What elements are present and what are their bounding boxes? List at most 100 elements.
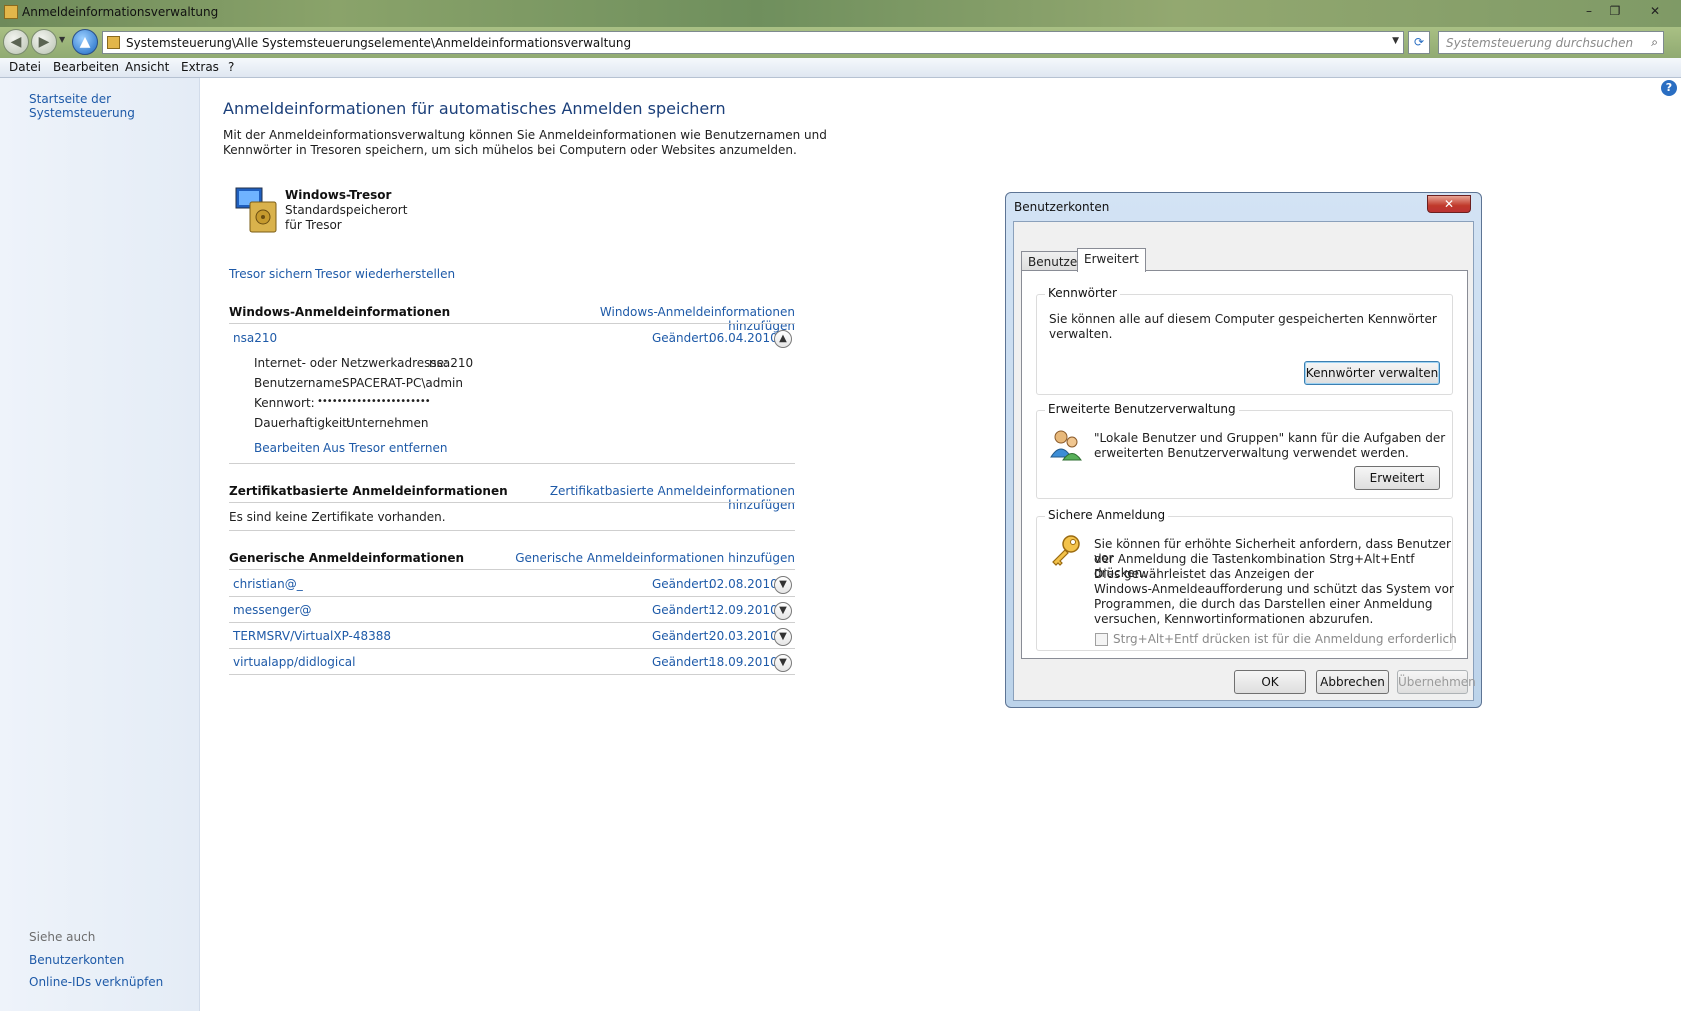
changed-label: Geändert: <box>652 655 713 669</box>
window-title: Anmeldeinformationsverwaltung <box>22 5 219 19</box>
intro-text-2: Kennwörter in Tresoren speichern, um sic… <box>223 143 797 157</box>
address-label: Internet- oder Netzwerkadresse: <box>254 356 449 370</box>
passwords-text-1: Sie können alle auf diesem Computer gesp… <box>1049 312 1437 326</box>
restore-vault-link[interactable]: Tresor wiederherstellen <box>315 267 455 281</box>
passwords-text-2: verwalten. <box>1049 327 1113 341</box>
chevron-down-icon: ▼ <box>779 657 787 668</box>
title-bar: Anmeldeinformationsverwaltung – ❐ ✕ <box>0 0 1681 27</box>
vault-subtitle-1: Standardspeicherort <box>285 203 408 217</box>
expand-button[interactable]: ▼ <box>774 576 792 594</box>
changed-label: Geändert: <box>652 331 713 345</box>
add-certificate-credential-link[interactable]: Zertifikatbasierte Anmeldeinformationen … <box>495 484 795 512</box>
minimize-button[interactable]: – <box>1577 2 1601 20</box>
secure-text-4: Windows-Anmeldeaufforderung und schützt … <box>1094 582 1454 596</box>
chevron-down-icon: ▼ <box>779 605 787 616</box>
generic-credential-name[interactable]: virtualapp/didlogical <box>233 655 355 669</box>
sidebar-home-link[interactable]: Startseite der Systemsteuerung <box>29 92 199 120</box>
refresh-icon: ⟳ <box>1413 35 1425 49</box>
changed-label: Geändert: <box>652 603 713 617</box>
restore-button[interactable]: ❐ <box>1603 2 1627 20</box>
address-bar: ◀ ▶ ▼ ▲ Systemsteuerung\Alle Systemsteue… <box>0 27 1681 58</box>
back-button[interactable]: ◀ <box>3 29 29 55</box>
remove-from-vault-link[interactable]: Aus Tresor entfernen <box>323 441 447 455</box>
dialog-close-button[interactable]: ✕ <box>1427 195 1471 213</box>
generic-credential-name[interactable]: christian@_ <box>233 577 303 591</box>
cancel-button[interactable]: Abbrechen <box>1316 670 1389 694</box>
dialog-title: Benutzerkonten <box>1014 200 1110 214</box>
history-dropdown-icon[interactable]: ▼ <box>59 35 65 44</box>
arrow-right-icon: ▶ <box>38 34 50 50</box>
chevron-down-icon[interactable]: ▼ <box>1392 36 1399 46</box>
search-icon[interactable]: ⌕ <box>1651 35 1658 50</box>
edit-credential-link[interactable]: Bearbeiten <box>254 441 320 455</box>
ok-button[interactable]: OK <box>1234 670 1306 694</box>
backup-vault-link[interactable]: Tresor sichern <box>229 267 312 281</box>
menu-ansicht[interactable]: Ansicht <box>125 60 169 74</box>
expand-button[interactable]: ▼ <box>774 602 792 620</box>
secure-logon-group-label: Sichere Anmeldung <box>1045 508 1169 522</box>
up-button[interactable]: ▲ <box>72 29 98 55</box>
require-ctrl-alt-del-checkbox[interactable] <box>1095 633 1108 646</box>
tab-erweitert[interactable]: Erweitert <box>1077 248 1146 272</box>
divider <box>229 622 795 623</box>
menu-datei[interactable]: Datei <box>9 60 41 74</box>
advanced-text-2: erweiterten Benutzerverwaltung verwendet… <box>1094 446 1409 460</box>
credential-name[interactable]: nsa210 <box>233 331 277 345</box>
no-certificates-text: Es sind keine Zertifikate vorhanden. <box>229 510 446 524</box>
see-also-online-ids[interactable]: Online-IDs verknüpfen <box>29 975 163 989</box>
require-ctrl-alt-del-label: Strg+Alt+Entf drücken ist für die Anmeld… <box>1113 632 1457 646</box>
search-input[interactable]: Systemsteuerung durchsuchen ⌕ <box>1438 31 1664 54</box>
divider <box>229 530 795 531</box>
advanced-text-1: "Lokale Benutzer und Gruppen" kann für d… <box>1094 431 1446 445</box>
persistence-label: Dauerhaftigkeit: <box>254 416 351 430</box>
username-value: SPACERAT-PC\admin <box>342 376 463 390</box>
apply-button[interactable]: Übernehmen <box>1397 670 1476 694</box>
generic-credential-name[interactable]: messenger@ <box>233 603 312 617</box>
chevron-down-icon: ▼ <box>779 631 787 642</box>
generic-credential-name[interactable]: TERMSRV/VirtualXP-48388 <box>233 629 391 643</box>
user-accounts-dialog: Benutzerkonten ✕ Benutzer Erweitert Kenn… <box>1005 192 1482 708</box>
advanced-button[interactable]: Erweitert <box>1354 466 1440 490</box>
divider <box>229 596 795 597</box>
page-title: Anmeldeinformationen für automatisches A… <box>223 99 726 118</box>
credential-manager-icon <box>4 5 18 19</box>
persistence-value: Unternehmen <box>346 416 429 430</box>
passwords-group-label: Kennwörter <box>1045 286 1120 300</box>
changed-date: 06.04.2010 <box>709 331 778 345</box>
address-path-field[interactable]: Systemsteuerung\Alle Systemsteuerungsele… <box>102 31 1404 54</box>
expand-button[interactable]: ▼ <box>774 628 792 646</box>
refresh-button[interactable]: ⟳ <box>1408 31 1430 54</box>
close-window-button[interactable]: ✕ <box>1640 2 1670 20</box>
divider <box>229 502 795 503</box>
username-label: Benutzername: <box>254 376 347 390</box>
address-value: nsa210 <box>429 356 474 370</box>
menu-bearbeiten[interactable]: Bearbeiten <box>53 60 119 74</box>
address-path-text: Systemsteuerung\Alle Systemsteuerungsele… <box>126 36 632 50</box>
secure-text-6: versuchen, Kennwortinformationen abzuruf… <box>1094 612 1374 626</box>
windows-credentials-heading: Windows-Anmeldeinformationen <box>229 305 451 319</box>
manage-passwords-button[interactable]: Kennwörter verwalten <box>1304 361 1440 385</box>
help-icon[interactable]: ? <box>1661 80 1677 96</box>
add-generic-credential-link[interactable]: Generische Anmeldeinformationen hinzufüg… <box>515 551 795 565</box>
close-icon: ✕ <box>1443 197 1455 211</box>
see-also-user-accounts[interactable]: Benutzerkonten <box>29 953 124 967</box>
menu-extras[interactable]: Extras <box>181 60 219 74</box>
add-windows-credential-link[interactable]: Windows-Anmeldeinformationen hinzufügen <box>553 305 795 333</box>
secure-text-5: Programmen, die durch das Darstellen ein… <box>1094 597 1433 611</box>
changed-label: Geändert: <box>652 629 713 643</box>
sidebar: Startseite der Systemsteuerung Siehe auc… <box>0 78 200 1011</box>
password-label: Kennwort: <box>254 396 315 410</box>
arrow-left-icon: ◀ <box>10 34 22 50</box>
expand-button[interactable]: ▼ <box>774 654 792 672</box>
divider <box>229 674 795 675</box>
see-also-label: Siehe auch <box>29 930 96 944</box>
changed-date: 02.08.2010 <box>709 577 778 591</box>
forward-button[interactable]: ▶ <box>31 29 57 55</box>
advanced-group-label: Erweiterte Benutzerverwaltung <box>1045 402 1239 416</box>
collapse-button[interactable]: ▲ <box>774 330 792 348</box>
changed-label: Geändert: <box>652 577 713 591</box>
key-icon <box>1049 533 1083 567</box>
menu-help[interactable]: ? <box>228 60 234 74</box>
control-panel-icon <box>107 36 120 49</box>
divider <box>229 323 795 324</box>
